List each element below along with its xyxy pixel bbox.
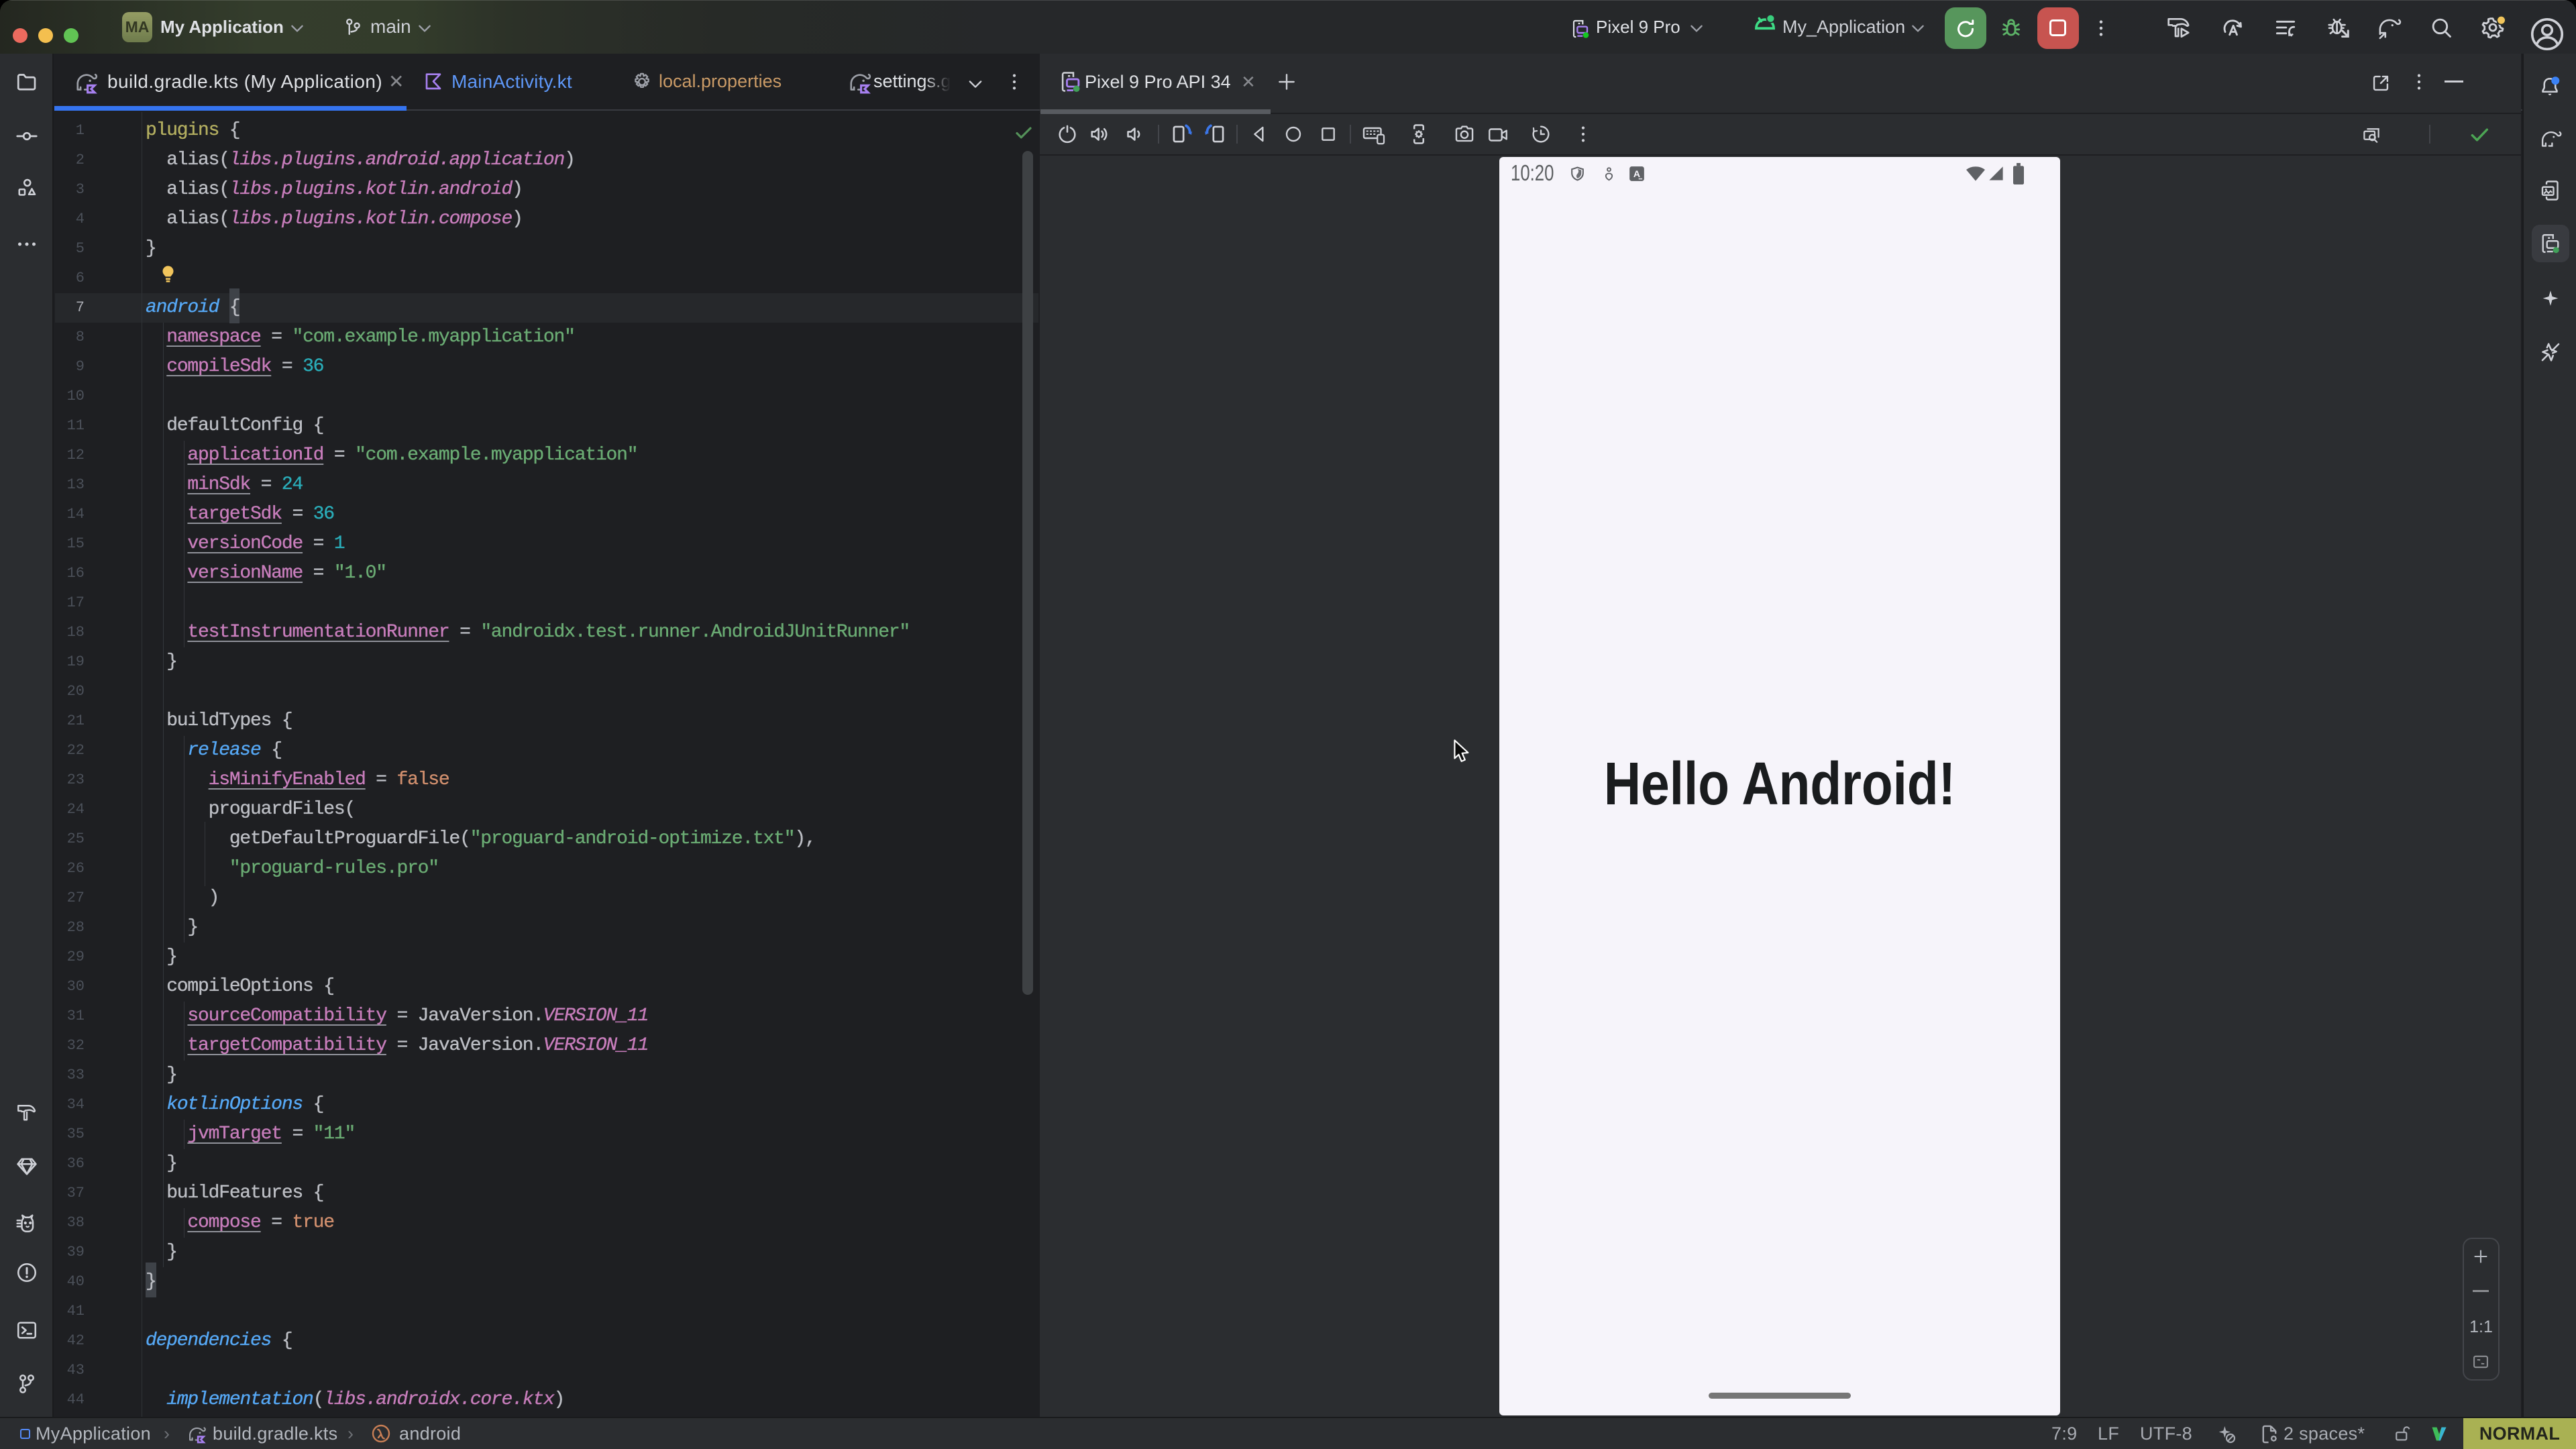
- svg-text:A: A: [1633, 168, 1640, 179]
